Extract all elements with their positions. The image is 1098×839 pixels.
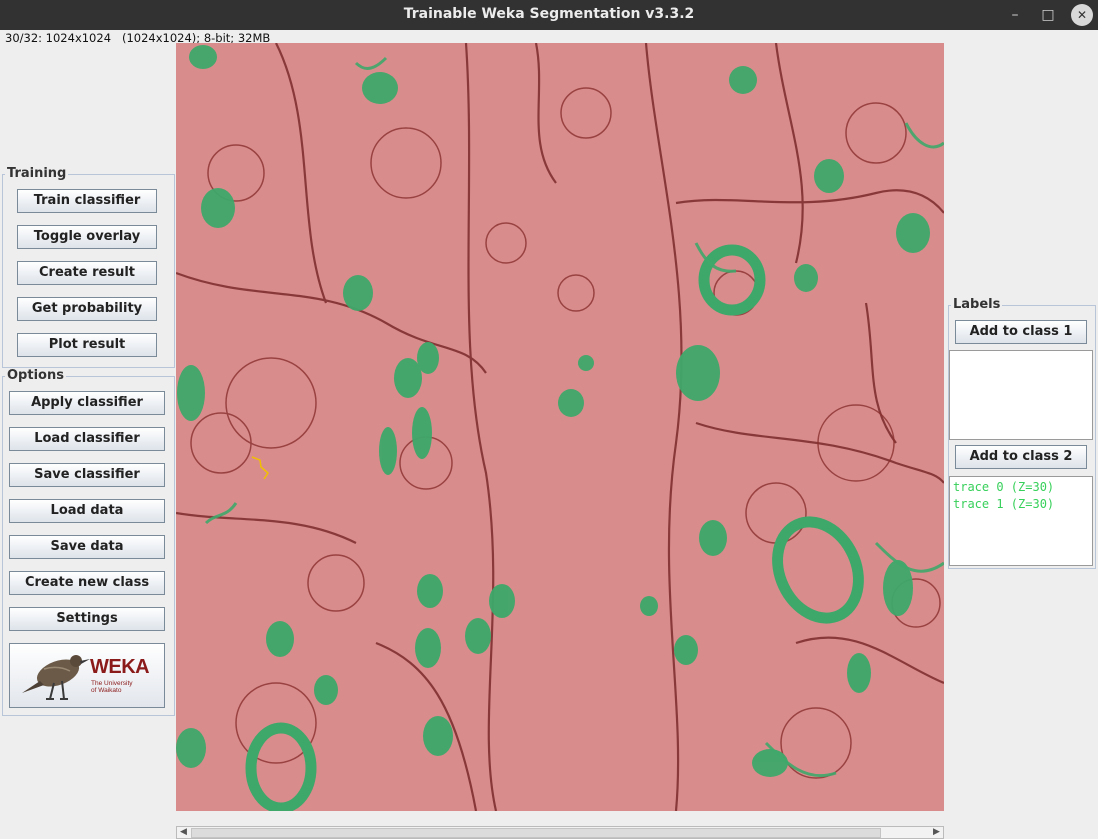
class-2-trace-list[interactable]: trace 0 (Z=30) trace 1 (Z=30): [949, 476, 1093, 566]
weka-bird-icon: [22, 655, 90, 700]
toggle-overlay-button[interactable]: Toggle overlay: [17, 225, 157, 249]
settings-button[interactable]: Settings: [9, 607, 165, 631]
training-panel-title: Training: [5, 166, 69, 181]
create-result-button[interactable]: Create result: [17, 261, 157, 285]
title-bar: Trainable Weka Segmentation v3.3.2 – □ ✕: [0, 0, 1098, 30]
horizontal-scrollbar[interactable]: ◀ ▶: [176, 826, 944, 839]
scrollbar-thumb[interactable]: [191, 828, 881, 838]
load-data-button[interactable]: Load data: [9, 499, 165, 523]
plot-result-button[interactable]: Plot result: [17, 333, 157, 357]
scroll-right-arrow[interactable]: ▶: [930, 827, 943, 838]
trace-list-item[interactable]: trace 0 (Z=30): [950, 479, 1092, 496]
load-classifier-button[interactable]: Load classifier: [9, 427, 165, 451]
class-1-trace-list[interactable]: [949, 350, 1093, 440]
segmentation-overlay: [176, 43, 944, 811]
weka-subtitle-line1: The University: [91, 680, 133, 687]
scroll-left-arrow[interactable]: ◀: [177, 827, 190, 838]
save-data-button[interactable]: Save data: [9, 535, 165, 559]
get-probability-button[interactable]: Get probability: [17, 297, 157, 321]
weka-subtitle-line2: of Waikato: [91, 687, 122, 694]
labels-panel-title: Labels: [951, 297, 1003, 312]
add-to-class-2-button[interactable]: Add to class 2: [955, 445, 1087, 469]
segmentation-image-canvas[interactable]: [176, 43, 944, 811]
trace-list-item[interactable]: trace 1 (Z=30): [950, 496, 1092, 513]
create-new-class-button[interactable]: Create new class: [9, 571, 165, 595]
add-to-class-1-button[interactable]: Add to class 1: [955, 320, 1087, 344]
options-panel-title: Options: [5, 368, 66, 383]
apply-classifier-button[interactable]: Apply classifier: [9, 391, 165, 415]
weka-logo-button[interactable]: WEKA The University of Waikato: [9, 643, 165, 708]
close-button[interactable]: ✕: [1071, 4, 1093, 26]
minimize-button[interactable]: –: [1004, 4, 1026, 26]
save-classifier-button[interactable]: Save classifier: [9, 463, 165, 487]
window-title: Trainable Weka Segmentation v3.3.2: [403, 6, 695, 22]
weka-logo-subtitle: The University of Waikato: [91, 680, 133, 694]
weka-logo-text: WEKA: [90, 656, 150, 678]
train-classifier-button[interactable]: Train classifier: [17, 189, 157, 213]
maximize-button[interactable]: □: [1037, 4, 1059, 26]
